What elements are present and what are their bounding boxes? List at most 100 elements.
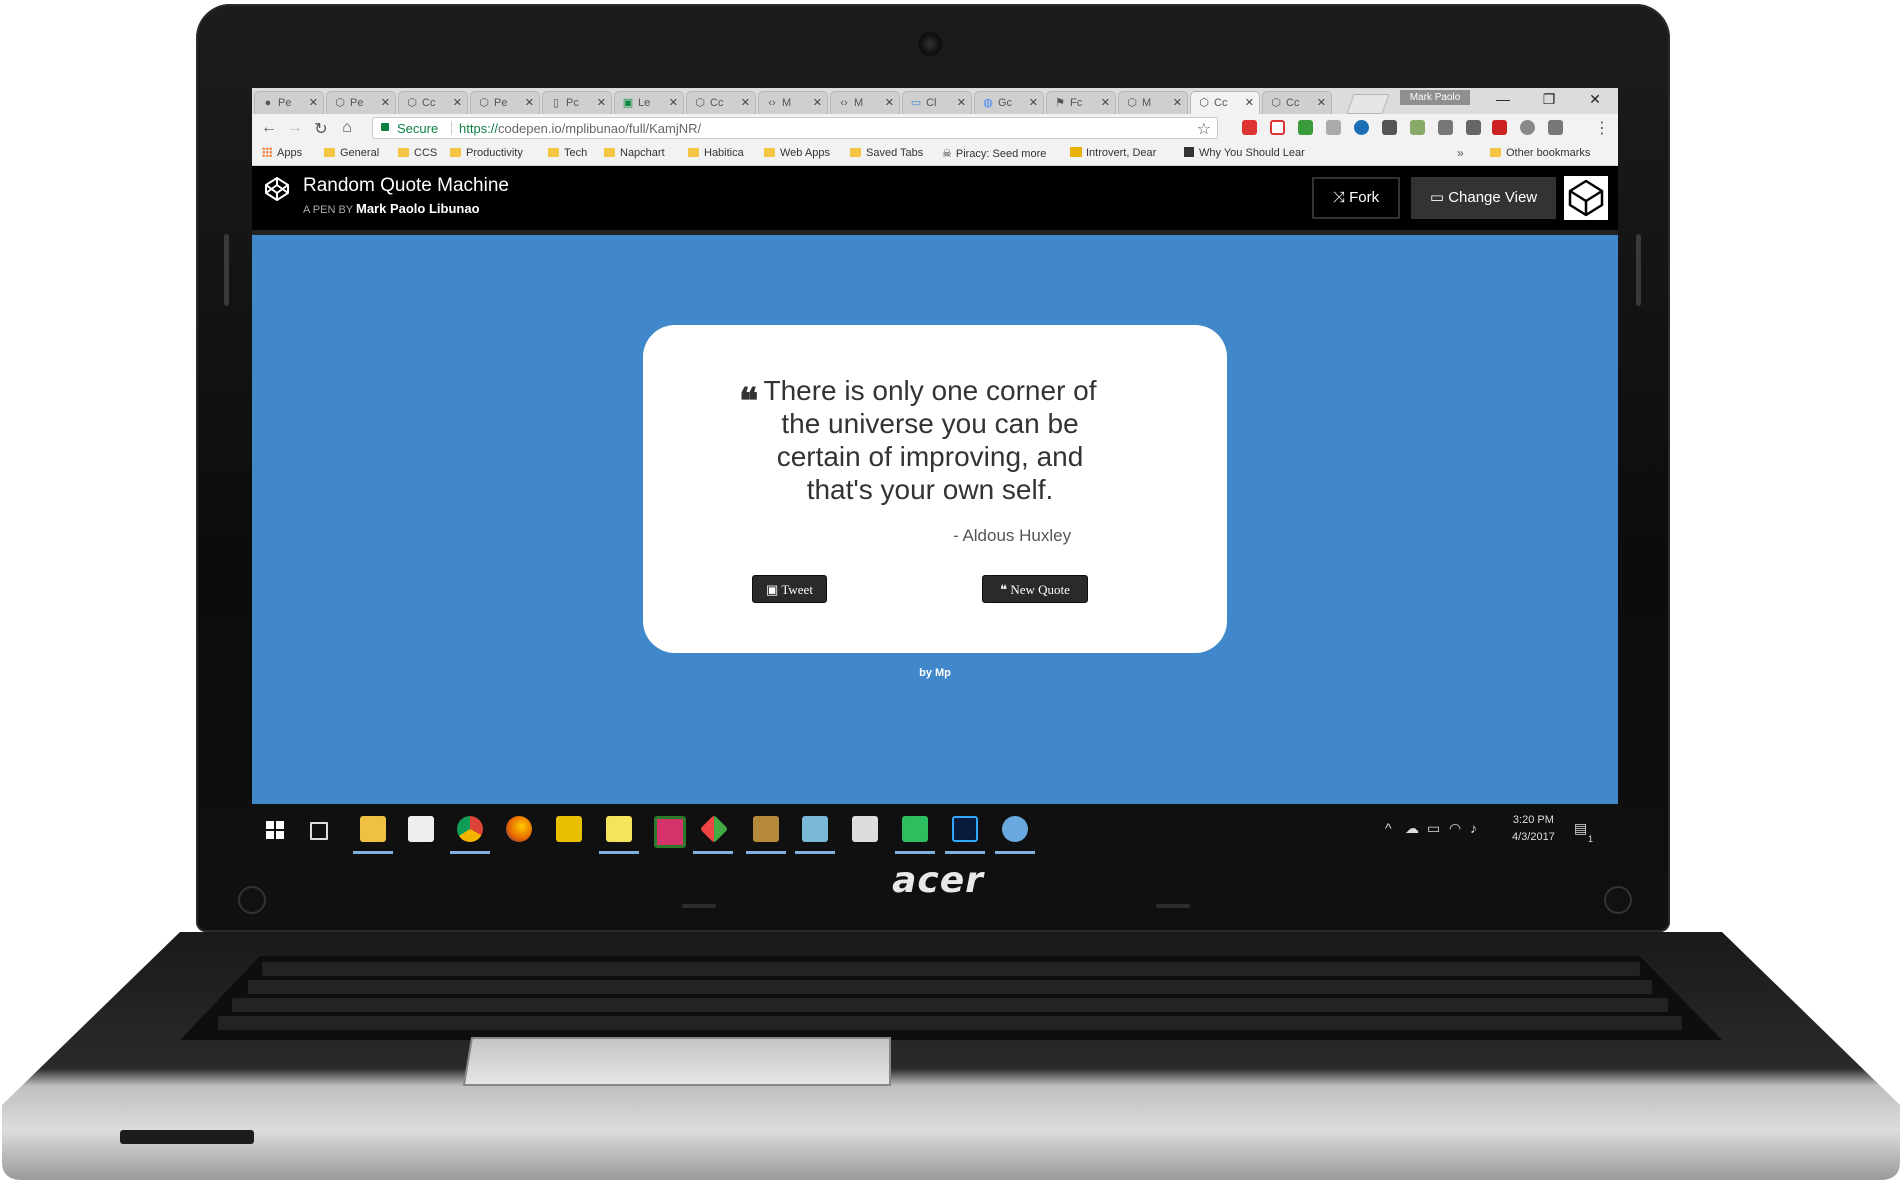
bookmark-folder[interactable]: Productivity bbox=[450, 147, 523, 159]
clock-date: 4/3/2017 bbox=[1512, 831, 1555, 843]
minimize-icon[interactable]: — bbox=[1488, 91, 1518, 107]
evernote-icon[interactable] bbox=[902, 816, 928, 842]
system-clock[interactable]: 3:20 PM 4/3/2017 bbox=[1512, 812, 1555, 846]
close-tab-icon[interactable]: ✕ bbox=[381, 96, 390, 109]
media-icon[interactable] bbox=[753, 816, 779, 842]
other-bookmarks[interactable]: Other bookmarks bbox=[1490, 147, 1590, 159]
close-tab-icon[interactable]: ✕ bbox=[885, 96, 894, 109]
camera-icon[interactable] bbox=[1548, 120, 1563, 135]
app-yellow-icon[interactable] bbox=[556, 816, 582, 842]
fork-button[interactable]: ⤨ Fork bbox=[1312, 177, 1400, 219]
sticky-notes-icon[interactable] bbox=[606, 816, 632, 842]
onedrive-icon[interactable]: ☁ bbox=[1405, 820, 1419, 837]
store-icon[interactable] bbox=[408, 816, 434, 842]
volume-icon[interactable]: ♪ bbox=[1470, 820, 1477, 836]
restore-icon[interactable]: ❐ bbox=[1534, 91, 1564, 108]
back-icon[interactable]: ← bbox=[258, 119, 280, 137]
bookmark-folder[interactable]: Napchart bbox=[604, 147, 665, 159]
bookmarks-overflow-icon[interactable]: » bbox=[1457, 146, 1464, 160]
home-icon[interactable]: ⌂ bbox=[336, 119, 358, 137]
codepen-icon: ⬡ bbox=[1199, 97, 1209, 109]
paint-icon[interactable] bbox=[1002, 816, 1028, 842]
close-tab-icon[interactable]: ✕ bbox=[1317, 96, 1326, 109]
reload-icon[interactable]: ↻ bbox=[310, 119, 332, 139]
extension-stop-icon[interactable] bbox=[1520, 120, 1535, 135]
bookmark-star-icon[interactable]: ☆ bbox=[1197, 119, 1211, 139]
tweet-button[interactable]: ▣ Tweet bbox=[752, 575, 827, 603]
browser-tab[interactable]: ⚑ Fc ✕ bbox=[1046, 91, 1116, 114]
browser-tab[interactable]: ▭ Cl ✕ bbox=[902, 91, 972, 114]
close-tab-icon[interactable]: ✕ bbox=[453, 96, 462, 109]
bookmark-apps[interactable]: Apps bbox=[262, 147, 302, 159]
pen-author-link[interactable]: Mark Paolo Libunao bbox=[356, 201, 480, 216]
app-pink-icon[interactable] bbox=[654, 816, 686, 848]
bookmark-folder[interactable]: CCS bbox=[398, 147, 437, 159]
browser-tab-active[interactable]: ⬡ Cc ✕ bbox=[1190, 91, 1260, 114]
calculator-icon[interactable] bbox=[852, 816, 878, 842]
change-view-button[interactable]: ▭ Change View bbox=[1411, 177, 1556, 219]
codepen-logo-icon[interactable] bbox=[264, 176, 290, 202]
browser-tab[interactable]: ⬡ M ✕ bbox=[1118, 91, 1188, 114]
extension-plant-icon[interactable] bbox=[1410, 120, 1425, 135]
close-tab-icon[interactable]: ✕ bbox=[813, 96, 822, 109]
close-tab-icon[interactable]: ✕ bbox=[597, 96, 606, 109]
browser-tab[interactable]: ⬡ Pe ✕ bbox=[326, 91, 396, 114]
bookmark-link[interactable]: Introvert, Dear bbox=[1070, 147, 1156, 159]
extension-red-icon[interactable] bbox=[1242, 120, 1257, 135]
browser-tab[interactable]: ◍ Gc ✕ bbox=[974, 91, 1044, 114]
browser-tab[interactable]: ● Pe ✕ bbox=[254, 91, 324, 114]
browser-tab[interactable]: ⬡ Cc ✕ bbox=[398, 91, 468, 114]
extension-cross-icon[interactable] bbox=[1270, 120, 1285, 135]
close-tab-icon[interactable]: ✕ bbox=[741, 96, 750, 109]
battery-icon[interactable]: ▭ bbox=[1427, 820, 1440, 837]
menu-icon[interactable]: ⋮ bbox=[1594, 118, 1610, 138]
close-tab-icon[interactable]: ✕ bbox=[525, 96, 534, 109]
chrome-icon[interactable] bbox=[457, 816, 483, 842]
extension-gray-icon[interactable] bbox=[1326, 120, 1341, 135]
close-tab-icon[interactable]: ✕ bbox=[1101, 96, 1110, 109]
browser-tab[interactable]: ▣ Le ✕ bbox=[614, 91, 684, 114]
notebook-icon[interactable] bbox=[802, 816, 828, 842]
new-quote-button[interactable]: ❝ New Quote bbox=[982, 575, 1088, 603]
browser-tab[interactable]: ⬡ Cc ✕ bbox=[1262, 91, 1332, 114]
extension-arrow-icon[interactable] bbox=[1438, 120, 1453, 135]
task-view-icon[interactable] bbox=[310, 822, 328, 840]
firefox-icon[interactable] bbox=[506, 816, 532, 842]
address-bar[interactable]: Secure https://codepen.io/mplibunao/full… bbox=[372, 117, 1218, 139]
bookmark-folder[interactable]: General bbox=[324, 147, 379, 159]
bookmark-folder[interactable]: Saved Tabs bbox=[850, 147, 923, 159]
close-tab-icon[interactable]: ✕ bbox=[1029, 96, 1038, 109]
browser-tab[interactable]: ▯ Pc ✕ bbox=[542, 91, 612, 114]
browser-tab[interactable]: ‹› M ✕ bbox=[830, 91, 900, 114]
browser-tab[interactable]: ⬡ Cc ✕ bbox=[686, 91, 756, 114]
profile-button[interactable]: Mark Paolo bbox=[1400, 90, 1470, 105]
evernote-icon[interactable] bbox=[1382, 120, 1397, 135]
forward-icon[interactable]: → bbox=[284, 119, 306, 137]
extension-s-icon[interactable] bbox=[1298, 120, 1313, 135]
browser-tab[interactable]: ‹› M ✕ bbox=[758, 91, 828, 114]
browser-tab[interactable]: ⬡ Pe ✕ bbox=[470, 91, 540, 114]
close-window-icon[interactable]: ✕ bbox=[1580, 91, 1610, 108]
windows-start-icon[interactable] bbox=[266, 821, 284, 839]
pocket-icon[interactable] bbox=[1466, 120, 1481, 135]
close-tab-icon[interactable]: ✕ bbox=[309, 96, 318, 109]
avatar[interactable] bbox=[1564, 176, 1608, 220]
wifi-icon[interactable]: ◠ bbox=[1449, 820, 1461, 837]
bookmark-link[interactable]: ☠ Piracy: Seed more bbox=[942, 147, 1046, 160]
git-icon[interactable] bbox=[699, 814, 729, 844]
close-tab-icon[interactable]: ✕ bbox=[957, 96, 966, 109]
bookmark-link[interactable]: Why You Should Lear bbox=[1184, 147, 1324, 159]
close-tab-icon[interactable]: ✕ bbox=[1173, 96, 1182, 109]
new-tab-button[interactable] bbox=[1346, 94, 1390, 114]
bookmark-folder[interactable]: Tech bbox=[548, 147, 587, 159]
bookmark-folder[interactable]: Habitica bbox=[688, 147, 744, 159]
bookmark-folder[interactable]: Web Apps bbox=[764, 147, 830, 159]
close-tab-icon[interactable]: ✕ bbox=[669, 96, 678, 109]
extension-circle-icon[interactable] bbox=[1354, 120, 1369, 135]
photoshop-icon[interactable] bbox=[952, 816, 978, 842]
file-explorer-icon[interactable] bbox=[360, 816, 386, 842]
action-center-icon[interactable]: ▤ bbox=[1574, 820, 1587, 837]
close-tab-icon[interactable]: ✕ bbox=[1245, 96, 1254, 109]
calendar-icon[interactable] bbox=[1492, 120, 1507, 135]
tray-chevron-icon[interactable]: ^ bbox=[1385, 820, 1392, 836]
